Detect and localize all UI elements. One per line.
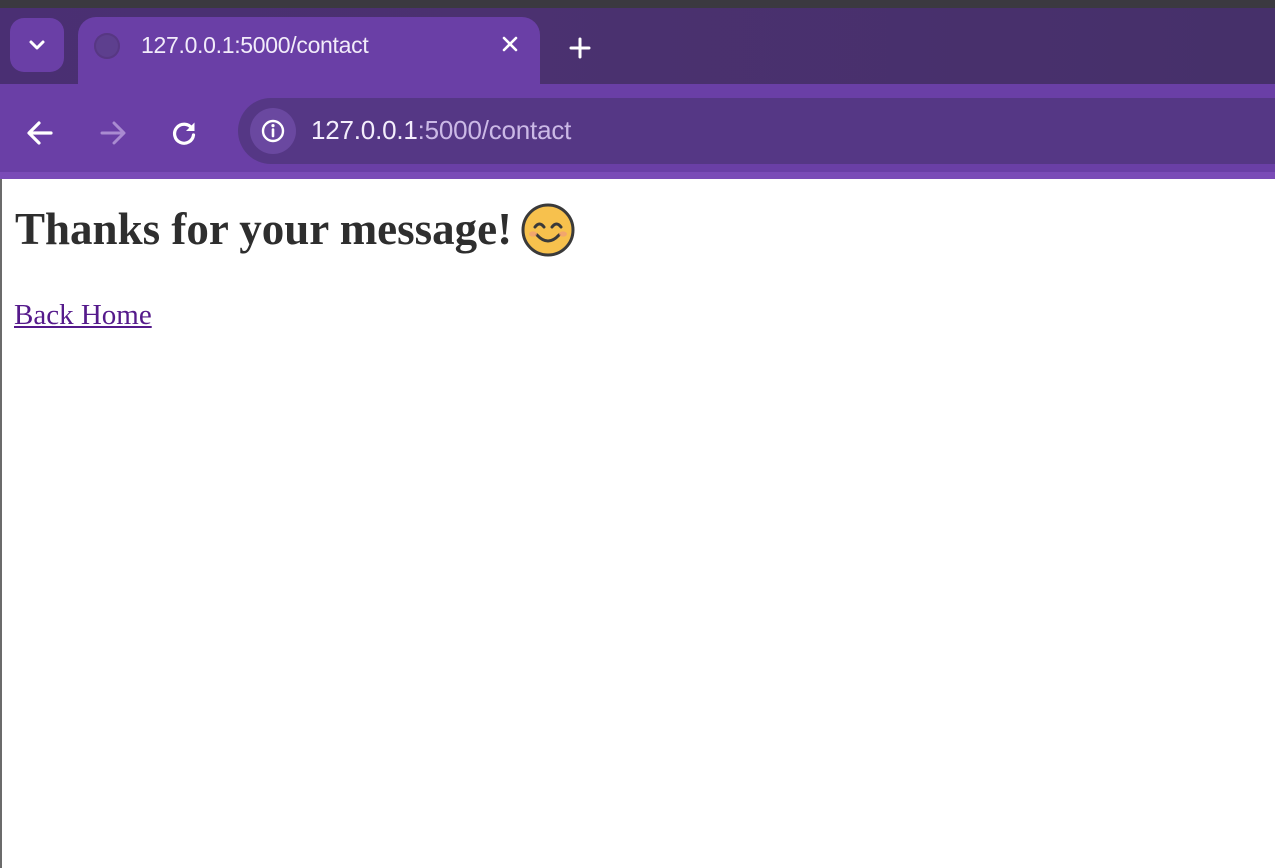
heading-text: Thanks for your message! (15, 204, 513, 254)
browser-toolbar: 127.0.0.1:5000/contact (0, 84, 1275, 179)
page-content: Thanks for your message! Back Home (0, 179, 1275, 868)
chevron-down-icon (29, 40, 45, 50)
tab-strip: 127.0.0.1:5000/contact (0, 8, 1275, 92)
address-url[interactable]: 127.0.0.1:5000/contact (311, 115, 571, 146)
tab-search-button[interactable] (10, 18, 64, 72)
back-home-link[interactable]: Back Home (14, 299, 152, 332)
address-bar[interactable]: 127.0.0.1:5000/contact (238, 98, 1275, 164)
reload-button[interactable] (161, 110, 207, 156)
window-frame-top (0, 0, 1275, 8)
back-button[interactable] (17, 110, 63, 156)
close-icon (502, 36, 518, 52)
toolbar-divider (0, 172, 1275, 179)
page-heading: Thanks for your message! (15, 203, 576, 262)
tab-close-button[interactable] (494, 28, 526, 60)
arrow-left-icon (27, 121, 53, 145)
url-host: 127.0.0.1 (311, 115, 418, 145)
plus-icon (569, 37, 591, 59)
smiling-face-icon (521, 203, 575, 257)
tab-title: 127.0.0.1:5000/contact (141, 32, 369, 58)
forward-button[interactable] (90, 110, 136, 156)
globe-icon (94, 33, 120, 59)
reload-icon (173, 122, 196, 145)
url-path: :5000/contact (417, 115, 572, 145)
active-tab[interactable]: 127.0.0.1:5000/contact (78, 17, 540, 92)
new-tab-button[interactable] (560, 28, 600, 68)
site-info-button[interactable] (250, 108, 296, 154)
arrow-right-icon (100, 121, 126, 145)
info-icon (261, 119, 285, 143)
